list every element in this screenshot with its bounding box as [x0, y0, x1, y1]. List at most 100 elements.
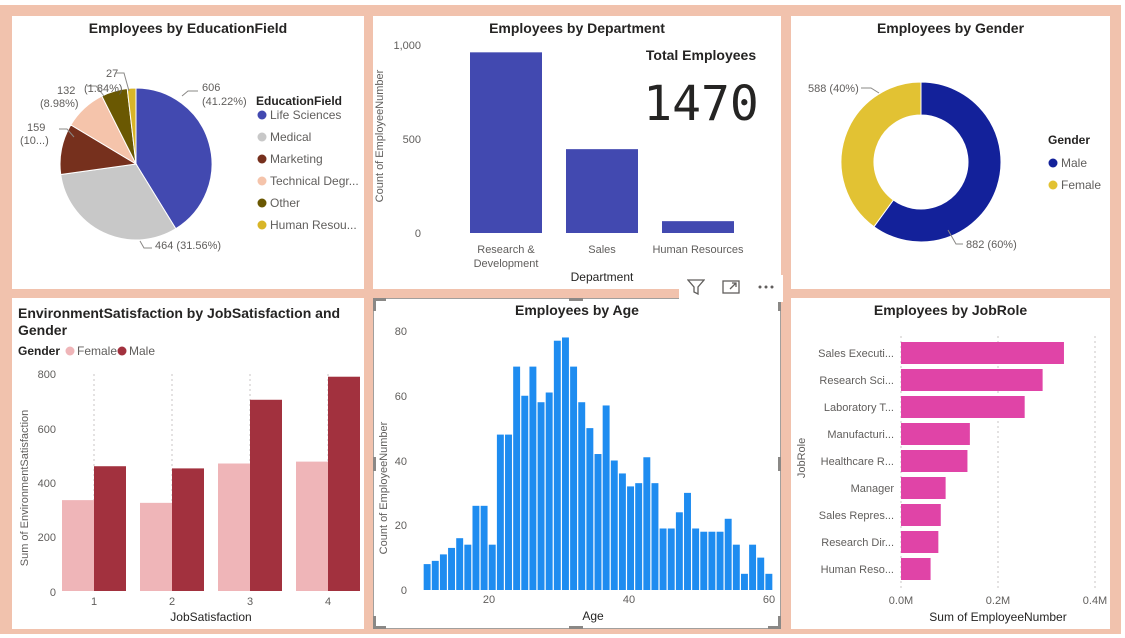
jobrole-bar[interactable]	[901, 450, 968, 472]
more-options-icon[interactable]	[755, 279, 777, 299]
satisfaction-x-tick: 4	[325, 596, 331, 608]
satisfaction-bar[interactable]	[140, 502, 172, 591]
donut-slice-1[interactable]	[840, 81, 922, 228]
age-bar[interactable]	[675, 512, 683, 590]
satisfaction-x-axis-label: JobSatisfaction	[170, 610, 251, 624]
legend-marker	[257, 198, 267, 208]
age-bar[interactable]	[724, 518, 732, 590]
satisfaction-bar[interactable]	[250, 399, 282, 591]
resize-handle-top[interactable]	[569, 298, 583, 301]
satisfaction-bar[interactable]	[296, 461, 328, 591]
gender-panel[interactable]: Employees by Gender 588 (40%) 882 (60%) …	[791, 16, 1110, 289]
age-bar[interactable]	[765, 573, 773, 590]
age-bar[interactable]	[553, 340, 561, 590]
age-bar[interactable]	[480, 505, 488, 590]
age-bar[interactable]	[505, 434, 512, 590]
age-bar[interactable]	[635, 483, 643, 590]
jobrole-bar[interactable]	[901, 558, 931, 580]
legend-marker	[257, 154, 267, 164]
age-bar[interactable]	[708, 531, 716, 590]
jobrole-panel[interactable]: Employees by JobRole JobRole Sales Execu…	[791, 298, 1110, 629]
department-bar[interactable]	[566, 149, 638, 233]
department-y-tick: 0	[415, 228, 421, 240]
department-y-tick: 1,000	[393, 40, 421, 52]
jobrole-bar[interactable]	[901, 531, 939, 553]
satisfaction-bar[interactable]	[218, 463, 250, 591]
legend-label: Other	[270, 196, 300, 210]
age-bar[interactable]	[651, 483, 659, 590]
age-bar[interactable]	[561, 337, 569, 590]
age-bar[interactable]	[594, 454, 602, 590]
age-bar[interactable]	[529, 366, 537, 590]
age-bar[interactable]	[643, 457, 651, 590]
age-bar[interactable]	[537, 402, 545, 590]
age-bar[interactable]	[627, 486, 635, 590]
resize-handle-left[interactable]	[373, 457, 376, 471]
age-bar[interactable]	[472, 505, 480, 590]
education-field-panel[interactable]: Employees by EducationField 606 (41.22%)…	[12, 16, 364, 289]
age-bar[interactable]	[439, 554, 447, 590]
age-bar[interactable]	[659, 528, 667, 590]
resize-handle-right[interactable]	[778, 457, 781, 471]
age-bar[interactable]	[602, 405, 610, 590]
legend-label: Medical	[270, 130, 311, 144]
jobrole-bar[interactable]	[901, 342, 1064, 364]
jobrole-bar[interactable]	[901, 369, 1043, 391]
department-bar[interactable]	[470, 52, 542, 233]
resize-handle-bottom-left[interactable]	[373, 616, 386, 629]
jobrole-tick-label: Healthcare R...	[821, 456, 894, 468]
department-panel[interactable]: Employees by Department Count of Employe…	[373, 16, 781, 289]
jobrole-bar[interactable]	[901, 477, 946, 499]
satisfaction-bar[interactable]	[94, 466, 126, 591]
age-bar[interactable]	[448, 547, 456, 590]
age-bar[interactable]	[545, 392, 553, 590]
satisfaction-legend-title: Gender	[18, 344, 60, 358]
age-bar[interactable]	[732, 544, 740, 590]
age-bar[interactable]	[521, 395, 529, 590]
satisfaction-bar[interactable]	[328, 376, 360, 591]
legend-label: Female	[77, 344, 117, 358]
resize-handle-top-left[interactable]	[373, 298, 386, 311]
age-bar[interactable]	[456, 538, 464, 590]
age-bar[interactable]	[749, 544, 757, 590]
department-bar[interactable]	[662, 221, 734, 233]
age-bar[interactable]	[578, 402, 586, 590]
satisfaction-bar[interactable]	[172, 468, 204, 591]
jobrole-x-tick: 0.4M	[1083, 595, 1107, 607]
gender-legend-title: Gender	[1048, 133, 1090, 147]
age-bar[interactable]	[684, 492, 691, 590]
jobrole-bar[interactable]	[901, 396, 1025, 418]
age-bar[interactable]	[488, 544, 496, 590]
resize-handle-bottom[interactable]	[569, 626, 583, 629]
age-bar[interactable]	[618, 473, 626, 590]
age-bar[interactable]	[570, 366, 578, 590]
age-panel[interactable]: Employees by Age Count of EmployeeNumber…	[373, 298, 781, 629]
satisfaction-panel[interactable]: EnvironmentSatisfaction by JobSatisfacti…	[12, 298, 364, 629]
jobrole-bar[interactable]	[901, 504, 941, 526]
age-bar[interactable]	[740, 573, 748, 590]
age-bar[interactable]	[692, 528, 700, 590]
dashboard-canvas: Employees by EducationField 606 (41.22%)…	[0, 5, 1121, 634]
age-bar[interactable]	[496, 434, 504, 590]
age-bar[interactable]	[667, 528, 675, 590]
satisfaction-bar[interactable]	[62, 500, 94, 591]
resize-handle-bottom-right[interactable]	[768, 616, 781, 629]
age-y-tick: 40	[395, 456, 407, 468]
filter-icon[interactable]	[685, 278, 707, 299]
satisfaction-y-tick: 800	[38, 369, 56, 381]
jobrole-bar[interactable]	[901, 423, 970, 445]
age-x-tick: 20	[483, 594, 495, 606]
age-bar[interactable]	[423, 564, 431, 590]
focus-mode-icon[interactable]	[720, 279, 742, 299]
age-bar[interactable]	[431, 560, 439, 590]
edu-legend-title: EducationField	[256, 94, 342, 108]
age-bar[interactable]	[513, 366, 521, 590]
age-bar[interactable]	[716, 531, 724, 590]
age-bar[interactable]	[757, 557, 765, 590]
age-bar[interactable]	[464, 544, 472, 590]
age-bar[interactable]	[610, 460, 618, 591]
age-bar[interactable]	[700, 531, 708, 590]
edu-leader-line	[181, 90, 198, 97]
age-bar[interactable]	[586, 428, 594, 590]
satisfaction-grouped-bar-chart: EnvironmentSatisfaction by JobSatisfacti…	[18, 305, 360, 624]
